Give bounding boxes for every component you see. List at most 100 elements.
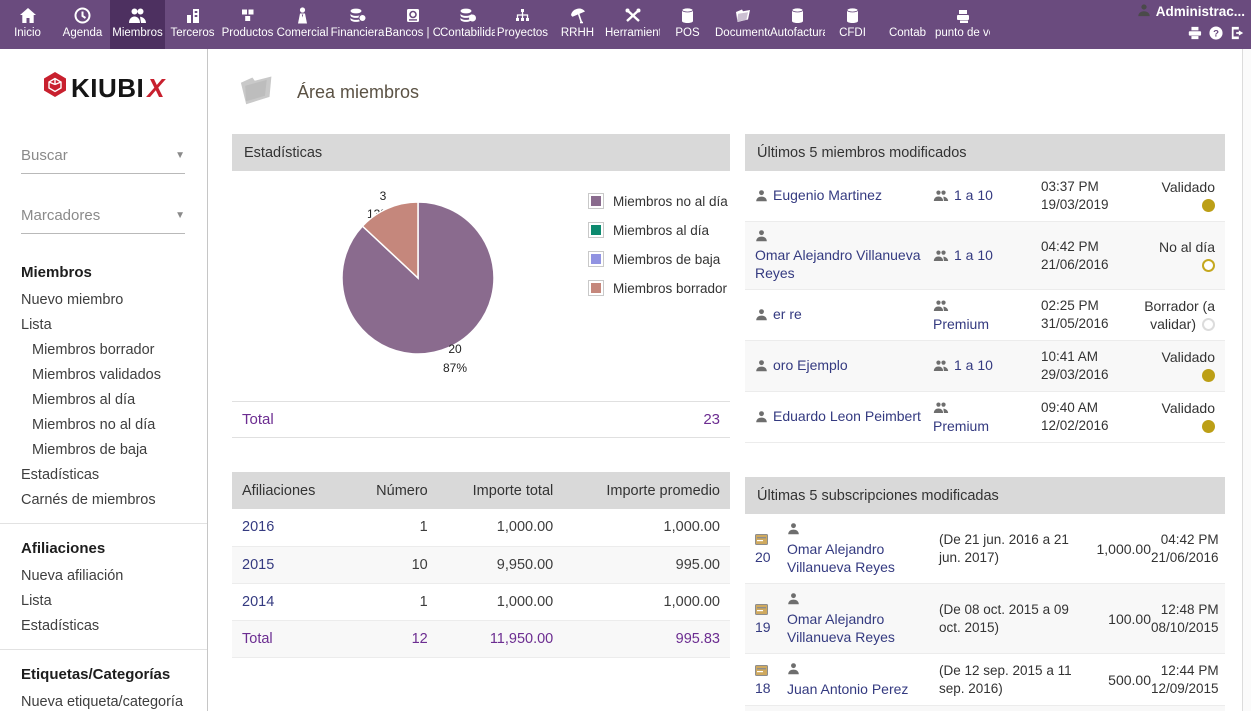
table-row: 2014 1 1,000.00 1,000.00 [232, 583, 730, 620]
nav-item-proyectos[interactable]: Proyectos [495, 0, 550, 49]
user-menu[interactable]: Administrac... [1137, 3, 1245, 20]
sidebar-item-miembros-de-baja[interactable]: Miembros de baja [21, 438, 207, 463]
member-type-link[interactable]: 1 a 10 [954, 357, 993, 373]
year-link[interactable]: 2016 [242, 519, 274, 535]
nav-item-bancos[interactable]: Bancos | Cajas [385, 0, 440, 49]
pos-icon [660, 6, 715, 25]
nav-item-inicio[interactable]: Inicio [0, 0, 55, 49]
member-type-link[interactable]: Premium [933, 418, 989, 434]
sidebar-menu: Miembros Nuevo miembro Lista Miembros bo… [0, 260, 207, 711]
stats-total-row: Total 23 [232, 401, 730, 438]
member-name-link[interactable]: Juan Antonio Perez [787, 680, 939, 698]
sidebar-item-lista-afiliaciones[interactable]: Lista [21, 589, 207, 614]
subscription-row: 18 Juan Antonio Perez (De 12 sep. 2015 a… [745, 654, 1225, 706]
legend-item: Miembros al día [588, 222, 728, 238]
pie-legend: Miembros no al día Miembros al día Miemb… [588, 193, 728, 309]
subscription-ref-link[interactable]: 19 [755, 619, 771, 635]
legend-item: Miembros borrador [588, 280, 728, 296]
member-type-link[interactable]: Premium [933, 316, 989, 332]
sidebar-item-lista-miembros[interactable]: Lista [21, 313, 207, 338]
kiubix-logo-icon [42, 71, 68, 105]
bank-icon [385, 6, 440, 25]
hr-icon [550, 6, 605, 25]
afiliaciones-total-row: Total 12 11,950.00 995.83 [232, 620, 730, 657]
member-type-icon [933, 249, 949, 265]
autoinvoice-icon [770, 6, 825, 25]
sidebar-item-miembros-no-al-dia[interactable]: Miembros no al día [21, 413, 207, 438]
main-content: Área miembros Estadísticas 3 13% 20 87% … [208, 49, 1251, 711]
nav-item-cfdi[interactable]: CFDI [825, 0, 880, 49]
sidebar-item-miembros-validados[interactable]: Miembros validados [21, 363, 207, 388]
nav-item-documentos[interactable]: Documentos [715, 0, 770, 49]
third-parties-icon [165, 6, 220, 25]
bookmarks-select[interactable]: Marcadores ▼ [21, 207, 185, 234]
member-name-link[interactable]: Omar Alejandro Villanueva Reyes [755, 246, 933, 282]
member-name-link[interactable]: er re [773, 306, 802, 322]
page-title: Área miembros [297, 82, 419, 103]
member-name-link[interactable]: Eduardo Leon Peimbert [773, 408, 921, 424]
svg-text:?: ? [1213, 29, 1219, 40]
sidebar-item-miembros-al-dia[interactable]: Miembros al día [21, 388, 207, 413]
vertical-scrollbar[interactable] [1242, 49, 1251, 711]
pie-svg [333, 193, 503, 363]
commercial-icon [275, 6, 330, 25]
member-icon [755, 229, 933, 245]
member-type-link[interactable]: 1 a 10 [954, 247, 993, 263]
nav-item-terceros[interactable]: Terceros [165, 0, 220, 49]
sidebar-item-carnes[interactable]: Carnés de miembros [21, 488, 207, 513]
subscription-ref-link[interactable]: 18 [755, 680, 771, 696]
nav-item-contab[interactable]: Contab [880, 0, 935, 49]
member-name-link[interactable]: Omar Alejandro Villanueva Reyes [787, 540, 939, 576]
members-pie-chart: 3 13% 20 87% Miembros no al día Miembros… [232, 177, 730, 391]
nav-item-autofactura[interactable]: Autofactura [770, 0, 825, 49]
member-icon [787, 521, 939, 539]
sidebar-item-estadisticas-afiliaciones[interactable]: Estadísticas [21, 614, 207, 639]
help-icon[interactable]: ? [1209, 26, 1223, 45]
member-row: Eugenio Martinez 1 a 10 03:37 PM19/03/20… [745, 171, 1225, 222]
section-etiquetas: Etiquetas/Categorías Nueva etiqueta/cate… [0, 649, 207, 711]
members-icon [110, 6, 165, 25]
sidebar-item-miembros-borrador[interactable]: Miembros borrador [21, 338, 207, 363]
nav-item-rrhh[interactable]: RRHH [550, 0, 605, 49]
search-select[interactable]: Buscar ▼ [21, 147, 185, 174]
sidebar-item-nueva-afiliacion[interactable]: Nueva afiliación [21, 564, 207, 589]
nav-item-miembros[interactable]: Miembros [110, 0, 165, 49]
sidebar-item-nueva-etiqueta[interactable]: Nueva etiqueta/categoría [21, 690, 207, 711]
table-row: 2015 10 9,950.00 995.00 [232, 546, 730, 583]
member-type-icon [933, 189, 949, 205]
member-row: er re Premium 02:25 PM31/05/2016 Borrado… [745, 290, 1225, 341]
products-icon [220, 6, 275, 25]
logout-icon[interactable] [1230, 26, 1245, 45]
year-link[interactable]: 2014 [242, 594, 274, 610]
home-icon [0, 6, 55, 25]
sidebar-item-estadisticas-miembros[interactable]: Estadísticas [21, 463, 207, 488]
stats-panel-header: Estadísticas [232, 134, 730, 171]
subscription-row: 19 Omar Alejandro Villanueva Reyes (De 0… [745, 584, 1225, 654]
nav-item-punto-de-venta[interactable]: punto de venta [935, 0, 990, 49]
nav-item-herramientas[interactable]: Herramientas [605, 0, 660, 49]
member-name-link[interactable]: Eugenio Martinez [773, 187, 882, 203]
member-name-link[interactable]: oro Ejemplo [773, 357, 848, 373]
member-row: Omar Alejandro Villanueva Reyes 1 a 10 0… [745, 222, 1225, 290]
section-afiliaciones: Afiliaciones Nueva afiliación Lista Esta… [0, 523, 207, 649]
user-area: Administrac... ? [1137, 3, 1245, 45]
member-type-link[interactable]: 1 a 10 [954, 187, 993, 203]
nav-item-financiera[interactable]: Financiera [330, 0, 385, 49]
nav-item-contabilidad[interactable]: Contabilidad [440, 0, 495, 49]
legend-swatch [588, 222, 604, 238]
folder-icon [238, 73, 277, 112]
nav-item-agenda[interactable]: Agenda [55, 0, 110, 49]
legend-swatch [588, 193, 604, 209]
subscription-ref-link[interactable]: 20 [755, 549, 771, 565]
print-icon[interactable] [1187, 26, 1202, 45]
status-badge [1202, 369, 1215, 382]
member-name-link[interactable]: Omar Alejandro Villanueva Reyes [787, 610, 939, 646]
nav-item-productos[interactable]: Productos [220, 0, 275, 49]
nav-item-comercial[interactable]: Comercial [275, 0, 330, 49]
sidebar-item-nuevo-miembro[interactable]: Nuevo miembro [21, 288, 207, 313]
pie-label-noaldia-count: 20 [434, 342, 476, 356]
member-icon [755, 189, 768, 205]
nav-item-pos[interactable]: POS [660, 0, 715, 49]
year-link[interactable]: 2015 [242, 557, 274, 573]
page-title-row: Área miembros [240, 75, 1235, 110]
